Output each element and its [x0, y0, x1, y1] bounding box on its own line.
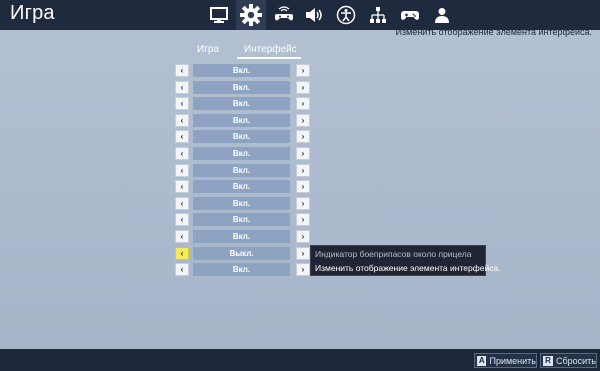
reset-button[interactable]: R Сбросить	[540, 353, 597, 368]
next-value-button[interactable]: ›	[296, 164, 310, 177]
prev-value-button[interactable]: ‹	[175, 164, 189, 177]
prev-value-button[interactable]: ‹	[175, 147, 189, 160]
tooltip: Индикатор боеприпасов около прицела Изме…	[310, 245, 501, 276]
next-value-button[interactable]: ›	[296, 64, 310, 77]
next-value-button[interactable]: ›	[296, 147, 310, 160]
gear-icon[interactable]	[236, 0, 266, 30]
prev-value-button[interactable]: ‹	[175, 64, 189, 77]
prev-value-button[interactable]: ‹	[175, 180, 189, 193]
next-value-button[interactable]: ›	[296, 180, 310, 193]
setting-value: Вкл.	[193, 97, 290, 110]
gamepad-wireless-icon[interactable]	[273, 4, 295, 26]
controller-icon[interactable]	[399, 4, 421, 26]
next-value-button[interactable]: ›	[296, 263, 310, 276]
next-value-button[interactable]: ›	[296, 81, 310, 94]
next-value-button[interactable]: ›	[296, 130, 310, 143]
apply-label: Применить	[489, 355, 536, 366]
apply-button[interactable]: A Применить	[474, 353, 537, 368]
reset-key-icon: R	[543, 355, 553, 366]
header-hint: Изменить отображение элемента интерфейса…	[395, 27, 592, 37]
prev-value-button[interactable]: ‹	[175, 197, 189, 210]
setting-value: Вкл.	[193, 180, 290, 193]
accessibility-icon[interactable]	[335, 4, 357, 26]
prev-value-button[interactable]: ‹	[175, 81, 189, 94]
labels-clip: ПрицелЗдоровье игрокаРесурсыМини-картаПа…	[0, 0, 168, 371]
tab-interface[interactable]: Интерфейс	[244, 44, 297, 55]
prev-value-button[interactable]: ‹	[175, 230, 189, 243]
setting-value: Выкл.	[193, 247, 290, 260]
monitor-icon[interactable]	[208, 4, 230, 26]
next-value-button[interactable]: ›	[296, 97, 310, 110]
tooltip-description: Изменить отображение элемента интерфейса…	[315, 263, 501, 273]
tooltip-title: Индикатор боеприпасов около прицела	[315, 249, 472, 259]
setting-value: Вкл.	[193, 64, 290, 77]
setting-value: Вкл.	[193, 81, 290, 94]
next-value-button[interactable]: ›	[296, 114, 310, 127]
prev-value-button[interactable]: ‹	[175, 97, 189, 110]
apply-key-icon: A	[477, 355, 487, 366]
prev-value-button[interactable]: ‹	[175, 247, 189, 260]
setting-value: Вкл.	[193, 197, 290, 210]
setting-value: Вкл.	[193, 147, 290, 160]
next-value-button[interactable]: ›	[296, 230, 310, 243]
speaker-icon[interactable]	[303, 4, 325, 26]
prev-value-button[interactable]: ‹	[175, 263, 189, 276]
tab-game[interactable]: Игра	[197, 44, 219, 55]
setting-value: Вкл.	[193, 213, 290, 226]
prev-value-button[interactable]: ‹	[175, 130, 189, 143]
next-value-button[interactable]: ›	[296, 247, 310, 260]
next-value-button[interactable]: ›	[296, 197, 310, 210]
account-icon[interactable]	[431, 4, 453, 26]
setting-value: Вкл.	[193, 130, 290, 143]
next-value-button[interactable]: ›	[296, 213, 310, 226]
network-icon[interactable]	[367, 4, 389, 26]
prev-value-button[interactable]: ‹	[175, 213, 189, 226]
setting-value: Вкл.	[193, 230, 290, 243]
reset-label: Сбросить	[555, 355, 596, 366]
setting-value: Вкл.	[193, 263, 290, 276]
setting-value: Вкл.	[193, 114, 290, 127]
setting-value: Вкл.	[193, 164, 290, 177]
active-tab-underline	[237, 57, 301, 59]
prev-value-button[interactable]: ‹	[175, 114, 189, 127]
